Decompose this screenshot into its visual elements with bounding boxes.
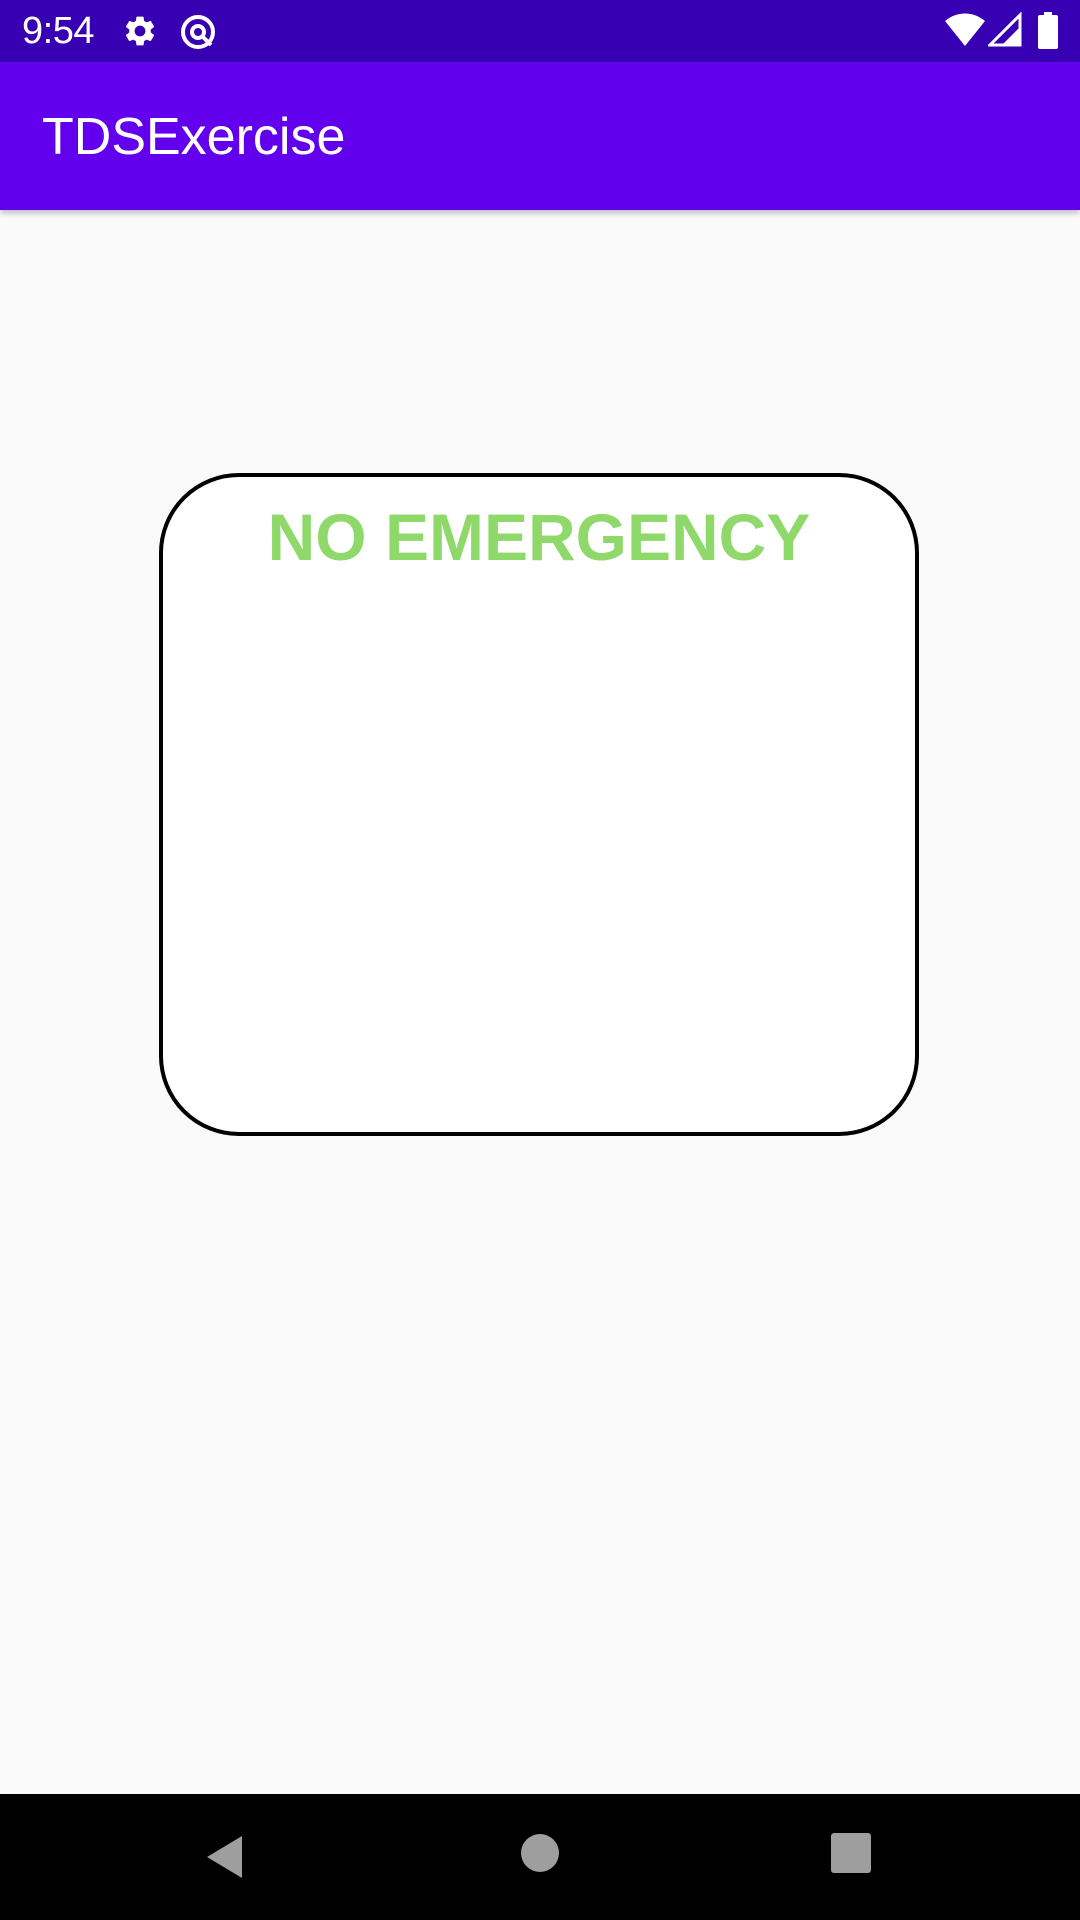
cell-signal-icon: [988, 12, 1022, 47]
emergency-status-card: NO EMERGENCY: [159, 473, 919, 1136]
status-bar: 9:54: [0, 0, 1080, 62]
wifi-icon: [945, 13, 985, 46]
back-icon[interactable]: [204, 1834, 244, 1880]
battery-icon: [1038, 12, 1058, 49]
navigation-bar: [0, 1794, 1080, 1920]
recents-icon[interactable]: [831, 1833, 871, 1873]
gear-icon: [125, 16, 155, 46]
home-icon[interactable]: [520, 1833, 560, 1873]
location-sync-icon: [181, 15, 215, 49]
main-content: NO EMERGENCY: [0, 210, 1080, 1794]
app-bar: TDSExercise: [0, 62, 1080, 210]
emergency-status-label: NO EMERGENCY: [267, 500, 811, 574]
status-time: 9:54: [22, 10, 94, 52]
app-title: TDSExercise: [42, 108, 346, 166]
